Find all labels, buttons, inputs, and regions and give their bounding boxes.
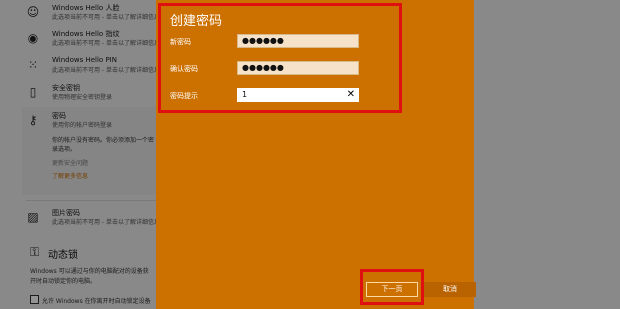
highlight-box-next [360, 269, 424, 305]
highlight-box-fields [158, 3, 402, 113]
cancel-button[interactable]: 取消 [424, 282, 476, 297]
